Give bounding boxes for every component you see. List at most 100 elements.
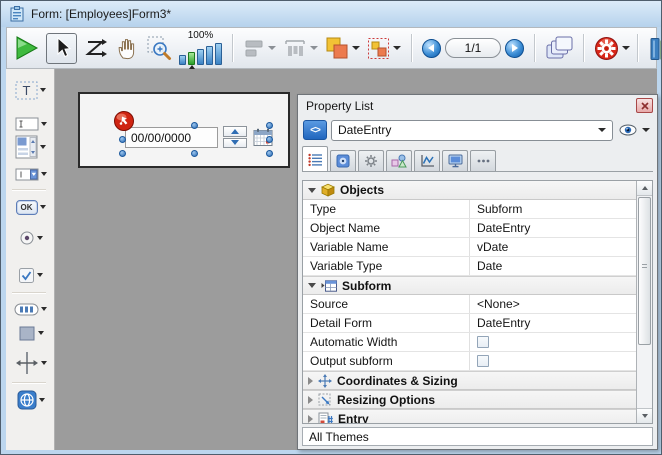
property-value[interactable]: DateEntry <box>469 314 636 332</box>
form-properties-button[interactable] <box>594 36 630 61</box>
selection-handle[interactable] <box>119 136 126 143</box>
property-name: Variable Type <box>303 257 469 275</box>
coordinates-section-icon <box>318 374 332 388</box>
object-selector-row: <> DateEntry <box>303 118 652 142</box>
previous-page-button[interactable] <box>422 39 441 58</box>
selection-handle[interactable] <box>266 136 273 143</box>
scroll-up-button[interactable] <box>637 181 652 196</box>
splitter-dropdown-icon[interactable] <box>41 361 47 365</box>
list-box-tool[interactable] <box>8 133 53 161</box>
web-area-tool[interactable] <box>8 388 53 412</box>
zoom-bar-current[interactable] <box>188 52 195 65</box>
duplicate-dropdown-icon[interactable] <box>393 46 401 50</box>
property-list-titlebar[interactable]: Property List <box>298 95 657 116</box>
duplicate-tools-button[interactable] <box>367 37 401 60</box>
level-tools-button[interactable] <box>325 36 360 60</box>
zoom-bar-3[interactable] <box>197 49 204 65</box>
tab-gear[interactable] <box>358 150 384 171</box>
section-objects[interactable]: Objects <box>303 181 636 200</box>
property-name: Object Name <box>303 219 469 237</box>
distribute-tools-button[interactable] <box>283 38 318 58</box>
zoom-tool-button[interactable] <box>146 35 172 61</box>
selection-handle[interactable] <box>119 150 126 157</box>
align-dropdown-icon[interactable] <box>268 46 276 50</box>
checkbox-tool[interactable] <box>8 263 53 287</box>
selection-handle[interactable] <box>266 122 273 129</box>
zoom-bar-1[interactable] <box>179 55 186 65</box>
input-field-dropdown-icon[interactable] <box>41 122 47 126</box>
hand-tool-button[interactable] <box>115 36 139 60</box>
distribute-dropdown-icon[interactable] <box>310 46 318 50</box>
tab-more[interactable] <box>470 150 496 171</box>
zoom-bar-4[interactable] <box>206 46 213 65</box>
code-icon[interactable]: <> <box>303 120 327 140</box>
rectangle-tool[interactable] <box>8 321 53 345</box>
property-name: Source <box>303 295 469 313</box>
property-value[interactable]: Subform <box>469 200 636 218</box>
view-options-button[interactable] <box>617 124 652 136</box>
rectangle-dropdown-icon[interactable] <box>38 331 44 335</box>
window-titlebar[interactable]: Form: [Employees]Form3* <box>1 1 661 27</box>
tab-events[interactable] <box>414 150 440 171</box>
property-value[interactable]: vDate <box>469 238 636 256</box>
section-coordinates-sizing[interactable]: Coordinates & Sizing <box>303 371 636 390</box>
tab-objects[interactable] <box>386 150 412 171</box>
section-entry[interactable]: Entry <box>303 409 636 423</box>
form-page[interactable]: 00/00/0000 <box>78 92 290 168</box>
output-subform-checkbox[interactable] <box>477 355 489 367</box>
scrollbar-thumb[interactable] <box>638 197 651 345</box>
level-dropdown-icon[interactable] <box>352 46 360 50</box>
stepper-up-button[interactable] <box>223 126 247 137</box>
subform-badge-icon[interactable] <box>113 110 135 132</box>
static-text-tool[interactable]: T <box>8 78 53 102</box>
combo-box-tool[interactable] <box>8 162 53 186</box>
button-grid-tool[interactable] <box>8 297 53 321</box>
radio-button-dropdown-icon[interactable] <box>37 236 43 240</box>
form-pages-button[interactable] <box>545 35 573 61</box>
button-grid-dropdown-icon[interactable] <box>41 307 47 311</box>
next-page-button[interactable] <box>505 39 524 58</box>
align-tools-button[interactable] <box>243 38 276 58</box>
run-form-button[interactable] <box>14 35 39 61</box>
themes-filter[interactable]: All Themes <box>302 427 653 446</box>
button-dropdown-icon[interactable] <box>40 205 46 209</box>
checkbox-dropdown-icon[interactable] <box>37 273 43 277</box>
explorer-button[interactable] <box>648 36 662 61</box>
property-value[interactable]: <None> <box>469 295 636 313</box>
property-value[interactable]: Date <box>469 257 636 275</box>
splitter-tool[interactable] <box>8 349 53 377</box>
property-scrollbar[interactable] <box>636 181 652 423</box>
combo-box-dropdown-icon[interactable] <box>41 172 47 176</box>
selection-handle[interactable] <box>191 122 198 129</box>
zoom-bar-5[interactable] <box>215 43 222 65</box>
selection-handle[interactable] <box>266 150 273 157</box>
automatic-width-checkbox[interactable] <box>477 336 489 348</box>
selection-tool-button[interactable] <box>46 33 77 64</box>
static-text-dropdown-icon[interactable] <box>40 88 46 92</box>
property-value[interactable]: DateEntry <box>469 219 636 237</box>
property-list-title: Property List <box>306 99 373 113</box>
stepper-down-button[interactable] <box>223 138 247 149</box>
button-tool[interactable]: OK <box>8 195 53 219</box>
object-selector-arrow-icon <box>598 128 606 132</box>
zoom-bars[interactable] <box>179 42 222 65</box>
section-resizing-options[interactable]: Resizing Options <box>303 390 636 409</box>
entry-order-tool-button[interactable] <box>84 36 108 60</box>
tab-property-list[interactable] <box>302 146 328 171</box>
form-document-icon <box>10 6 24 22</box>
page-indicator[interactable]: 1/1 <box>445 38 501 58</box>
ok-button-icon: OK <box>16 200 38 215</box>
web-area-dropdown-icon[interactable] <box>39 398 45 402</box>
scroll-down-button[interactable] <box>637 408 652 423</box>
section-subform[interactable]: Subform <box>303 276 636 295</box>
tab-data[interactable] <box>330 150 356 171</box>
form-properties-dropdown-icon[interactable] <box>622 46 630 50</box>
list-box-dropdown-icon[interactable] <box>40 145 46 149</box>
close-button[interactable] <box>636 98 653 113</box>
radio-button-tool[interactable] <box>8 226 53 250</box>
date-entry-field[interactable]: 00/00/0000 <box>125 127 218 148</box>
tab-display[interactable] <box>442 150 468 171</box>
selection-handle[interactable] <box>191 150 198 157</box>
zoom-level-control[interactable]: 100% <box>179 31 222 65</box>
object-selector-dropdown[interactable]: DateEntry <box>331 120 613 141</box>
